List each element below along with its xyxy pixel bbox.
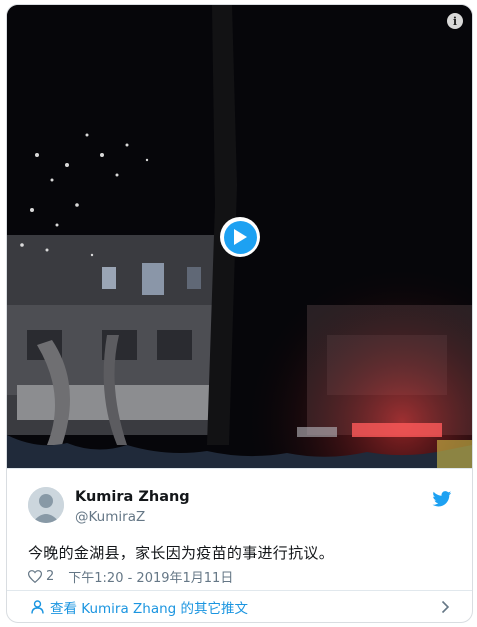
author-handle[interactable]: @KumiraZ <box>75 509 145 525</box>
user-icon <box>31 600 44 614</box>
info-glyph: i <box>452 14 458 28</box>
embedded-tweet-card[interactable]: i Kumira Zhang @KumiraZ 今晚的金湖县，家长因为疫苗的事进… <box>6 4 473 623</box>
avatar[interactable] <box>28 487 64 523</box>
like-count: 2 <box>46 568 55 584</box>
tweet-body: Kumira Zhang @KumiraZ 今晚的金湖县，家长因为疫苗的事进行抗… <box>7 468 472 586</box>
play-button[interactable] <box>220 217 260 257</box>
tweet-meta: 2 下午1:20 - 2019年1月11日 <box>28 567 233 586</box>
twitter-bird-icon[interactable] <box>432 491 452 507</box>
heart-icon <box>28 569 42 583</box>
view-more-tweets-link[interactable]: 查看 Kumira Zhang 的其它推文 <box>7 590 472 622</box>
play-icon <box>234 229 247 245</box>
info-icon[interactable]: i <box>447 13 463 29</box>
tweet-timestamp[interactable]: 下午1:20 - 2019年1月11日 <box>68 567 233 586</box>
video-player[interactable]: i <box>7 5 472 468</box>
view-more-label: 查看 Kumira Zhang 的其它推文 <box>50 601 249 617</box>
tweet-text: 今晚的金湖县，家长因为疫苗的事进行抗议。 <box>28 544 335 562</box>
author-name[interactable]: Kumira Zhang <box>75 489 190 505</box>
default-avatar-icon <box>28 487 64 523</box>
chevron-right-icon <box>441 600 450 614</box>
like-button[interactable]: 2 <box>28 569 54 584</box>
